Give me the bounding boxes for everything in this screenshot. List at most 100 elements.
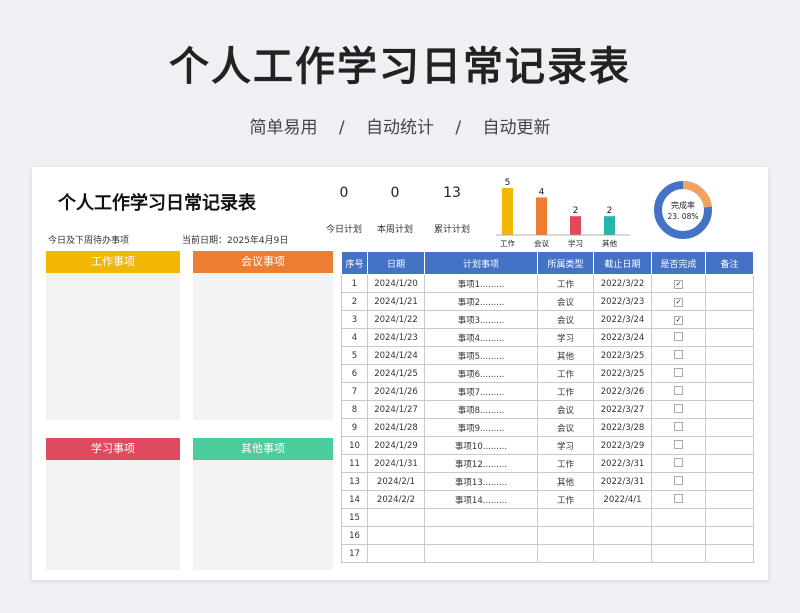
cell-note bbox=[705, 328, 754, 347]
cell-no: 2 bbox=[341, 292, 368, 311]
bar-category-label: 学习 bbox=[568, 238, 583, 248]
cell-due: 2022/3/25 bbox=[593, 346, 652, 365]
cell-type: 会议 bbox=[537, 310, 594, 329]
checked-checkbox[interactable]: ✓ bbox=[674, 279, 683, 289]
category-work-header: 工作事项 bbox=[46, 251, 180, 273]
cell-item bbox=[424, 508, 538, 527]
unchecked-checkbox[interactable] bbox=[674, 421, 683, 431]
bar-category-label: 工作 bbox=[500, 238, 515, 248]
cell-due: 2022/4/1 bbox=[593, 490, 652, 509]
cell-item: 事项12......... bbox=[424, 454, 538, 473]
cell-note bbox=[705, 490, 754, 509]
cell-type: 会议 bbox=[537, 400, 594, 419]
cell-no: 4 bbox=[341, 328, 368, 347]
cell-date bbox=[367, 544, 425, 563]
cell-item: 事项10......... bbox=[424, 436, 538, 455]
cell-due bbox=[593, 508, 652, 527]
checked-checkbox[interactable]: ✓ bbox=[674, 297, 683, 307]
current-date-label: 当前日期： bbox=[182, 236, 228, 246]
table-header-row: 序号 日期 计划事项 所属类型 截止日期 是否完成 备注 bbox=[341, 251, 754, 275]
cell-note bbox=[705, 436, 754, 455]
cell-item: 事项5......... bbox=[424, 346, 538, 365]
cell-item: 事项8......... bbox=[424, 400, 538, 419]
cell-no: 5 bbox=[341, 346, 368, 365]
donut-label: 完成率 bbox=[671, 200, 695, 210]
cell-date: 2024/1/28 bbox=[367, 418, 425, 437]
cell-done[interactable] bbox=[651, 328, 706, 347]
table-row: 9 2024/1/28 事项9......... 会议 2022/3/28 bbox=[341, 418, 754, 437]
table-row: 15 bbox=[341, 508, 754, 527]
col-type: 所属类型 bbox=[537, 251, 594, 275]
cell-done[interactable] bbox=[651, 418, 706, 437]
unchecked-checkbox[interactable] bbox=[674, 439, 683, 449]
cell-done[interactable]: ✓ bbox=[651, 310, 706, 329]
cell-done[interactable] bbox=[651, 454, 706, 473]
bar-value-label: 2 bbox=[573, 206, 579, 216]
cell-done[interactable] bbox=[651, 346, 706, 365]
current-date: 当前日期：2025年4月9日 bbox=[182, 233, 288, 246]
cell-no: 11 bbox=[341, 454, 368, 473]
unchecked-checkbox[interactable] bbox=[674, 331, 683, 341]
cell-done[interactable] bbox=[651, 382, 706, 401]
cell-done[interactable] bbox=[651, 364, 706, 383]
unchecked-checkbox[interactable] bbox=[674, 403, 683, 413]
cell-type bbox=[537, 526, 594, 545]
cell-due bbox=[593, 526, 652, 545]
col-due: 截止日期 bbox=[593, 251, 652, 275]
cell-date: 2024/1/26 bbox=[367, 382, 425, 401]
cell-type: 其他 bbox=[537, 346, 594, 365]
cell-done bbox=[651, 508, 706, 527]
unchecked-checkbox[interactable] bbox=[674, 475, 683, 485]
sheet-title: 个人工作学习日常记录表 bbox=[58, 193, 256, 214]
cell-item: 事项7......... bbox=[424, 382, 538, 401]
cell-note bbox=[705, 418, 754, 437]
cell-due: 2022/3/28 bbox=[593, 418, 652, 437]
cell-no: 7 bbox=[341, 382, 368, 401]
cell-item: 事项13......... bbox=[424, 472, 538, 491]
bar-value-label: 4 bbox=[539, 187, 545, 197]
cell-date: 2024/1/25 bbox=[367, 364, 425, 383]
unchecked-checkbox[interactable] bbox=[674, 367, 683, 377]
cell-type: 学习 bbox=[537, 436, 594, 455]
cell-date: 2024/1/23 bbox=[367, 328, 425, 347]
cell-done[interactable] bbox=[651, 400, 706, 419]
table-row: 7 2024/1/26 事项7......... 工作 2022/3/26 bbox=[341, 382, 754, 401]
category-study-list bbox=[46, 460, 180, 570]
unchecked-checkbox[interactable] bbox=[674, 457, 683, 467]
unchecked-checkbox[interactable] bbox=[674, 385, 683, 395]
tag-sep-2: / bbox=[455, 118, 462, 138]
table-row: 16 bbox=[341, 526, 754, 545]
cell-type: 学习 bbox=[537, 328, 594, 347]
category-study-header: 学习事项 bbox=[46, 438, 180, 460]
category-other-header: 其他事项 bbox=[193, 438, 333, 460]
category-bar-chart: 5 工作 4 会议 2 学习 2 其他 bbox=[496, 178, 630, 248]
table-row: 14 2024/2/2 事项14......... 工作 2022/4/1 bbox=[341, 490, 754, 509]
checked-checkbox[interactable]: ✓ bbox=[674, 315, 683, 325]
unchecked-checkbox[interactable] bbox=[674, 349, 683, 359]
cell-date: 2024/1/24 bbox=[367, 346, 425, 365]
cell-note bbox=[705, 400, 754, 419]
tag-auto-stats: 自动统计 bbox=[366, 118, 434, 138]
cell-done[interactable] bbox=[651, 436, 706, 455]
cell-due: 2022/3/25 bbox=[593, 364, 652, 383]
cell-done[interactable]: ✓ bbox=[651, 274, 706, 293]
col-done: 是否完成 bbox=[651, 251, 706, 275]
cell-type: 其他 bbox=[537, 472, 594, 491]
bar-1 bbox=[536, 197, 547, 235]
cell-done[interactable] bbox=[651, 490, 706, 509]
cell-due: 2022/3/23 bbox=[593, 292, 652, 311]
category-meeting-header: 会议事项 bbox=[193, 251, 333, 273]
unchecked-checkbox[interactable] bbox=[674, 493, 683, 503]
table-row: 8 2024/1/27 事项8......... 会议 2022/3/27 bbox=[341, 400, 754, 419]
cell-done[interactable] bbox=[651, 472, 706, 491]
cell-due: 2022/3/22 bbox=[593, 274, 652, 293]
cell-no: 9 bbox=[341, 418, 368, 437]
tag-auto-update: 自动更新 bbox=[482, 118, 551, 138]
col-date: 日期 bbox=[367, 251, 425, 275]
cell-done[interactable]: ✓ bbox=[651, 292, 706, 311]
table-row: 10 2024/1/29 事项10......... 学习 2022/3/29 bbox=[341, 436, 754, 455]
cell-item: 事项2......... bbox=[424, 292, 538, 311]
cell-due: 2022/3/31 bbox=[593, 454, 652, 473]
cell-type bbox=[537, 544, 594, 563]
cell-type: 会议 bbox=[537, 292, 594, 311]
